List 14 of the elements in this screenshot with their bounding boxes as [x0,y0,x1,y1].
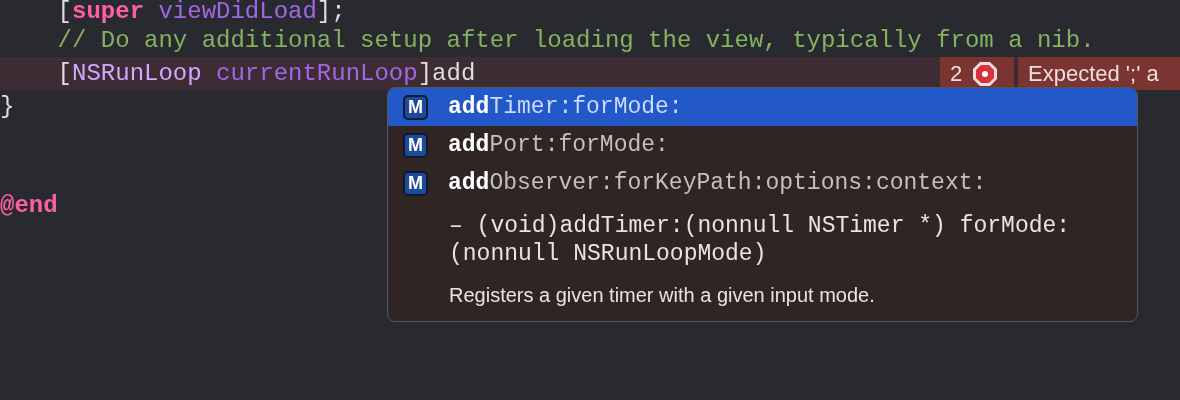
code-line: // Do any additional setup after loading the view, typically from a nib. [56,26,1095,56]
method-icon: M [403,132,428,158]
method-description: Registers a given timer with a given input mode. [449,283,876,308]
completion-item[interactable]: M addObserver:forKeyPath:options:context: [388,164,1137,202]
code-line: } [0,92,15,122]
completion-item[interactable]: M addPort:forMode: [388,126,1137,164]
method-signature: – (void)addTimer:(nonnull NSTimer *) forMode: (nonnull NSRunLoopMode) [449,212,1072,268]
method-icon: M [403,170,428,196]
method-icon: M [403,94,428,120]
code-line: [super viewDidLoad]; [56,0,346,24]
completion-item[interactable]: M addTimer:forMode: [388,88,1137,126]
error-message: Expected ';' a [1018,57,1180,90]
error-icon [972,60,999,87]
code-line: @end [0,191,58,221]
